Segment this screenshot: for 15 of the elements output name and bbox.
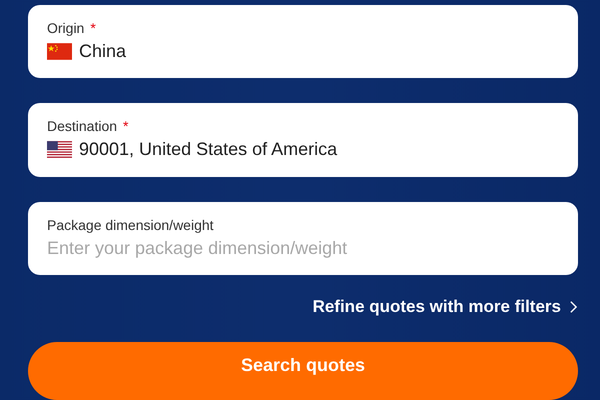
required-mark: * [123, 118, 128, 134]
text-input[interactable]: Enter your package dimension/weight [47, 238, 559, 259]
required-mark: * [90, 20, 96, 36]
field-label: Origin [47, 20, 84, 36]
input-field[interactable]: Package dimension/weight Enter your package dimension/weight [28, 202, 578, 275]
filters-link[interactable]: Refine quotes with more filters [312, 296, 561, 317]
flag-icon [47, 141, 72, 158]
field-value: 90001, United States of America [79, 139, 338, 160]
flag-icon [47, 43, 72, 60]
input-field[interactable]: Origin * China [28, 5, 578, 78]
chevron-right-icon [569, 300, 578, 314]
input-field[interactable]: Destination * 90001, United States of America [28, 103, 578, 177]
field-value: China [79, 41, 126, 62]
field-label: Destination [47, 118, 118, 134]
field-label: Package dimension/weight [47, 216, 214, 233]
